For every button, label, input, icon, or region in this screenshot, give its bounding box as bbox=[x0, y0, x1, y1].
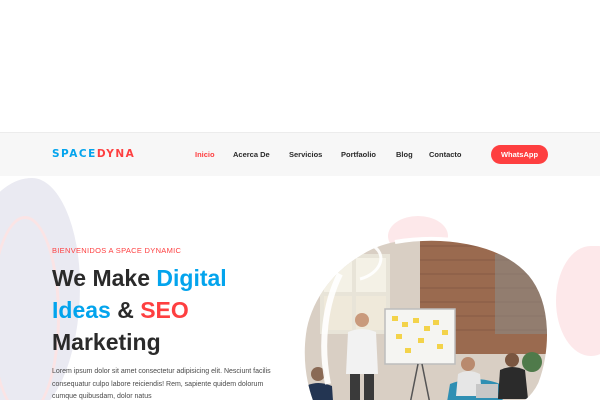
hero-description: Lorem ipsum dolor sit amet consectetur a… bbox=[52, 368, 271, 400]
decorative-blob-pink-right bbox=[556, 246, 600, 356]
hero-photo-office-meeting bbox=[304, 236, 550, 400]
nav-item-acerca-de[interactable]: Acerca De bbox=[233, 150, 270, 159]
site-header: SPACEDYNA Inicio Acerca De Servicios Por… bbox=[0, 132, 600, 176]
title-ideas: Ideas bbox=[52, 297, 111, 323]
hero-eyebrow: BIENVENIDOS A SPACE DYNAMIC bbox=[52, 246, 182, 255]
title-we-make: We Make bbox=[52, 265, 157, 291]
hero-title: We Make Digital Ideas & SEO Marketing bbox=[52, 262, 292, 358]
nav-item-contacto[interactable]: Contacto bbox=[429, 150, 462, 159]
title-amp: & bbox=[110, 297, 141, 323]
hero-section: BIENVENIDOS A SPACE DYNAMIC We Make Digi… bbox=[0, 176, 600, 400]
nav-item-portfolio[interactable]: Portfaolio bbox=[341, 150, 376, 159]
nav-item-blog[interactable]: Blog bbox=[396, 150, 413, 159]
nav-item-servicios[interactable]: Servicios bbox=[289, 150, 322, 159]
nav-item-inicio[interactable]: Inicio bbox=[195, 150, 215, 159]
title-marketing: Marketing bbox=[52, 329, 161, 355]
title-digital: Digital bbox=[156, 265, 227, 291]
top-blank-area bbox=[0, 0, 600, 132]
title-seo: SEO bbox=[140, 297, 189, 323]
whatsapp-button[interactable]: WhatsApp bbox=[491, 145, 548, 164]
